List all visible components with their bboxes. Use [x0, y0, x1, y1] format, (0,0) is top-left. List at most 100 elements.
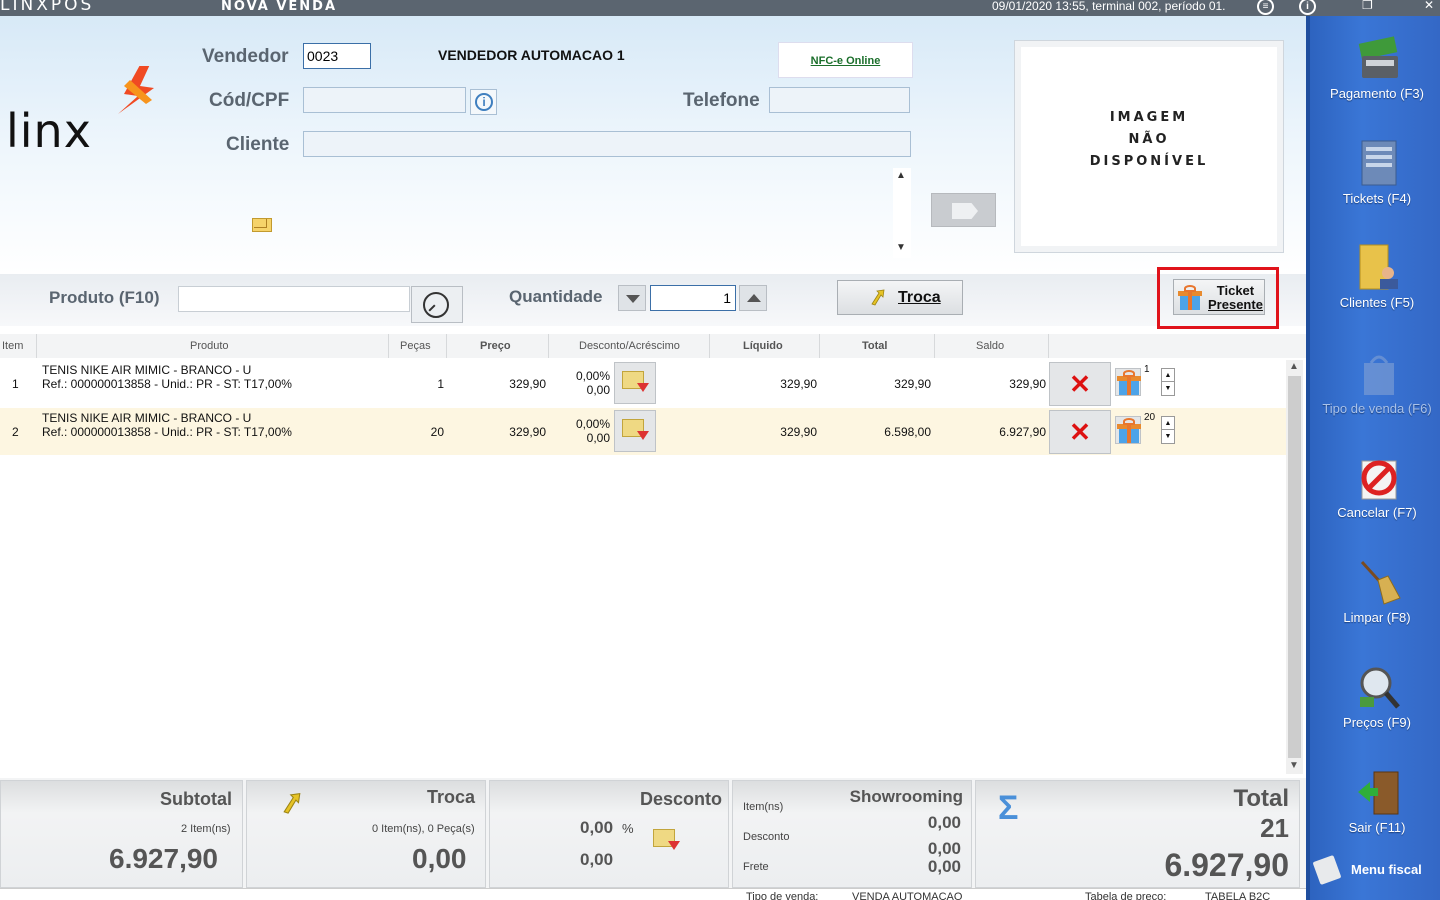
clientes-label: Clientes (F5) [1339, 295, 1415, 310]
scrollbar-thumb[interactable] [1288, 376, 1301, 758]
cpf-field[interactable] [303, 87, 466, 113]
gift-count-spinner[interactable]: ▲ ▼ [1161, 368, 1175, 396]
sale-header: linx Vendedor VENDEDOR AUTOMACAO 1 NFC-e… [0, 16, 1306, 274]
spinner-down-icon[interactable]: ▼ [1162, 382, 1174, 395]
telefone-field[interactable] [769, 87, 910, 113]
menu-fiscal-button[interactable]: Menu fiscal [1310, 854, 1440, 900]
tipo-venda-button[interactable]: Tipo de venda (F6) [1310, 341, 1440, 441]
receipt-printer-icon [1312, 854, 1342, 886]
showrooming-label: Showrooming [849, 787, 963, 806]
quantity-input[interactable] [651, 286, 735, 310]
table-scrollbar[interactable]: ▲ ▼ [1286, 360, 1303, 774]
col-item: Item [2, 340, 24, 352]
discount-button[interactable] [614, 410, 656, 452]
close-icon[interactable]: ✕ [1424, 0, 1434, 12]
scroll-up-icon[interactable]: ▲ [1289, 361, 1299, 372]
delete-item-button[interactable]: ✕ [1049, 362, 1111, 406]
tipo-venda-label: Tipo de venda: [746, 891, 819, 900]
telefone-input[interactable] [770, 88, 909, 112]
cpf-input[interactable] [304, 88, 465, 112]
ticket-presente-button[interactable]: Ticket Presente [1173, 279, 1265, 315]
col-pecas: Peças [400, 340, 431, 352]
vendedor-input[interactable] [304, 44, 370, 68]
showrooming-items-label: Item(ns) [743, 801, 784, 813]
cancelar-button[interactable]: Cancelar (F7) [1310, 445, 1440, 545]
troca-button[interactable]: Troca [837, 280, 963, 315]
precos-button[interactable]: Preços (F9) [1310, 655, 1440, 755]
showrooming-desconto-label: Desconto [743, 831, 790, 843]
info-icon[interactable]: i [1299, 0, 1316, 15]
spinner-up-icon[interactable]: ▲ [1162, 369, 1174, 382]
nfce-online-link[interactable]: NFC-e Online [778, 42, 913, 78]
quantity-increase-button[interactable] [739, 285, 767, 311]
produto-input[interactable] [179, 287, 409, 311]
cliente-input[interactable] [304, 132, 910, 156]
notes-scrollbar[interactable]: ▲ ▼ [893, 168, 911, 258]
spinner-down-icon[interactable]: ▼ [1162, 430, 1174, 443]
quantity-field[interactable] [650, 285, 736, 311]
quantity-decrease-button[interactable] [618, 285, 646, 311]
spinner-up-icon[interactable]: ▲ [1162, 417, 1174, 430]
bag-icon [1364, 355, 1394, 395]
discount-button[interactable] [614, 362, 656, 404]
pagamento-button[interactable]: Pagamento (F3) [1310, 26, 1440, 126]
limpar-button[interactable]: Limpar (F8) [1310, 550, 1440, 650]
col-liquido: Líquido [743, 340, 783, 352]
gift-ticket-button[interactable] [1115, 368, 1141, 396]
product-image-placeholder: IMAGEM NÃO DISPONÍVEL [1014, 40, 1284, 253]
table-row[interactable]: 2 TENIS NIKE AIR MIMIC - BRANCO - U Ref.… [0, 408, 1286, 455]
gift-icon [1116, 370, 1142, 396]
tickets-button[interactable]: Tickets (F4) [1310, 131, 1440, 231]
vendedor-field[interactable] [303, 43, 371, 69]
sair-button[interactable]: Sair (F11) [1310, 760, 1440, 860]
row-preco: 329,90 [509, 377, 546, 391]
cancelar-label: Cancelar (F7) [1337, 505, 1417, 520]
restore-icon[interactable]: ❐ [1362, 0, 1373, 12]
showrooming-box: Showrooming Item(ns) 0,00 Desconto 0,00 … [732, 780, 972, 888]
arrow-down-icon [637, 431, 649, 440]
menu-fiscal-label: Menu fiscal [1351, 862, 1422, 877]
delete-item-button[interactable]: ✕ [1049, 410, 1111, 454]
col-saldo: Saldo [976, 340, 1005, 352]
image-placeholder-line-3: DISPONÍVEL [1089, 154, 1209, 169]
envelope-icon[interactable] [252, 218, 272, 232]
telefone-label: Telefone [683, 90, 760, 111]
produto-field[interactable] [178, 286, 410, 312]
ticket-button-label-2: Presente [1208, 297, 1263, 312]
function-sidebar: Pagamento (F3) Tickets (F4) Clientes (F5… [1306, 16, 1440, 900]
total-qty: 21 [1260, 813, 1289, 843]
cpf-info-button[interactable]: i [470, 89, 497, 115]
row-desconto-pct: 0,00% [575, 369, 610, 383]
row-liquido: 329,90 [780, 425, 817, 439]
clients-icon [1359, 244, 1398, 290]
gift-count-spinner[interactable]: ▲ ▼ [1161, 416, 1175, 444]
row-produto-name: TENIS NIKE AIR MIMIC - BRANCO - U [42, 363, 252, 377]
totals-panel: Subtotal 2 Item(ns) 6.927,90 Troca 0 Ite… [0, 778, 1306, 888]
row-liquido: 329,90 [780, 377, 817, 391]
scroll-up-icon[interactable]: ▲ [896, 170, 906, 181]
gift-ticket-button[interactable] [1115, 416, 1141, 444]
arrow-down-icon [668, 841, 680, 850]
add-tag-button[interactable] [931, 193, 996, 227]
image-placeholder-line-1: IMAGEM [1109, 110, 1189, 125]
scroll-down-icon[interactable]: ▼ [1289, 760, 1299, 771]
row-desconto-pct: 0,00% [575, 417, 610, 431]
linx-logo: linx [6, 66, 156, 161]
apply-discount-button[interactable] [646, 821, 688, 863]
row-produto-ref: Ref.: 000000013858 - Unid.: PR - ST: T17… [42, 425, 292, 439]
showrooming-items: 0,00 [927, 813, 961, 832]
col-produto: Produto [190, 340, 229, 352]
troca-value: 0,00 [412, 843, 467, 874]
cliente-field[interactable] [303, 131, 911, 157]
table-row[interactable]: 1 TENIS NIKE AIR MIMIC - BRANCO - U Ref.… [0, 360, 1286, 407]
row-pecas: 1 [437, 377, 444, 391]
window-title: Nova venda [221, 0, 338, 14]
row-total: 329,90 [894, 377, 931, 391]
exit-door-icon [1358, 771, 1399, 815]
printer-icon[interactable]: ≡ [1257, 0, 1274, 15]
gift-icon [1116, 418, 1142, 444]
clientes-button[interactable]: Clientes (F5) [1310, 235, 1440, 335]
product-search-button[interactable] [411, 286, 463, 323]
scroll-down-icon[interactable]: ▼ [896, 242, 906, 253]
troca-button-label: Troca [898, 289, 941, 306]
